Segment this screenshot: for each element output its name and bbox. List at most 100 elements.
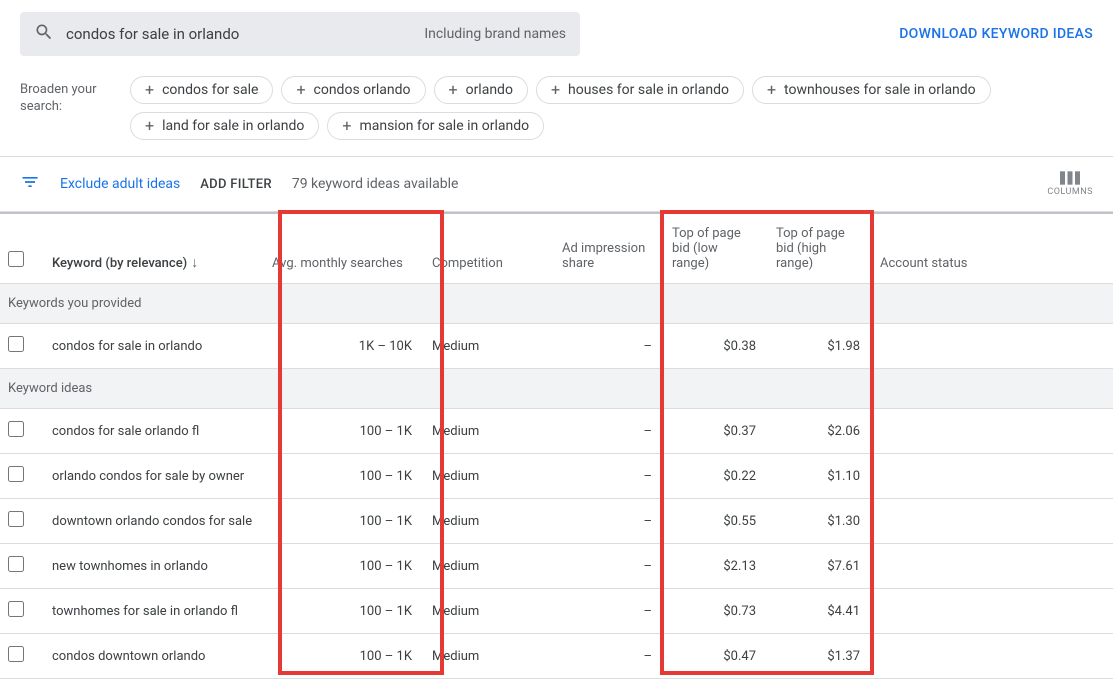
cell-keyword: condos for sale orlando fl [44, 409, 264, 454]
ideas-count: 79 keyword ideas available [292, 176, 459, 192]
cell-keyword: new townhomes in orlando [44, 544, 264, 589]
plus-icon: + [145, 118, 154, 134]
cell-competition: Medium [424, 499, 554, 544]
plus-icon: + [296, 82, 305, 98]
chip-label: land for sale in orlando [162, 118, 304, 134]
cell-competition: Medium [424, 409, 554, 454]
col-competition[interactable]: Competition [424, 214, 554, 284]
table-row: townhomes for sale in orlando fl100 – 1K… [0, 589, 1113, 634]
cell-bid-low: $0.22 [664, 454, 768, 499]
cell-bid-high: $1.30 [768, 499, 872, 544]
columns-label: COLUMNS [1047, 187, 1093, 197]
cell-bid-low: $0.55 [664, 499, 768, 544]
cell-competition: Medium [424, 589, 554, 634]
broaden-chip[interactable]: + condos for sale [130, 76, 273, 104]
top-bar: condos for sale in orlando Including bra… [0, 0, 1113, 68]
plus-icon: + [145, 82, 154, 98]
row-checkbox[interactable] [8, 336, 24, 352]
table-row: downtown orlando condos for sale100 – 1K… [0, 499, 1113, 544]
cell-bid-high: $7.61 [768, 544, 872, 589]
search-query: condos for sale in orlando [66, 25, 412, 43]
cell-bid-high: $1.10 [768, 454, 872, 499]
row-checkbox[interactable] [8, 466, 24, 482]
cell-competition: Medium [424, 324, 554, 369]
cell-impression: – [554, 454, 664, 499]
broaden-row: Broaden your search: + condos for sale + co… [0, 68, 1113, 157]
broaden-chip[interactable]: + townhouses for sale in orlando [752, 76, 991, 104]
table-row: condos for sale in orlando1K – 10KMedium… [0, 324, 1113, 369]
cell-bid-high: $2.06 [768, 409, 872, 454]
cell-bid-low: $0.38 [664, 324, 768, 369]
col-account-status[interactable]: Account status [872, 214, 1113, 284]
table-row: condos for sale orlando fl100 – 1KMedium… [0, 409, 1113, 454]
cell-avg: 100 – 1K [264, 634, 424, 679]
col-impression[interactable]: Ad impression share [554, 214, 664, 284]
broaden-chip[interactable]: + mansion for sale in orlando [327, 112, 544, 140]
cell-account [872, 499, 1113, 544]
add-filter-button[interactable]: ADD FILTER [200, 177, 272, 192]
cell-avg: 100 – 1K [264, 544, 424, 589]
chip-label: orlando [466, 82, 513, 98]
row-checkbox[interactable] [8, 511, 24, 527]
select-all-checkbox[interactable] [8, 251, 24, 267]
cell-bid-low: $0.47 [664, 634, 768, 679]
chip-label: houses for sale in orlando [568, 82, 729, 98]
table-header-row: Keyword (by relevance)↓ Avg. monthly sea… [0, 214, 1113, 284]
cell-bid-low: $0.73 [664, 589, 768, 634]
table-row: new townhomes in orlando100 – 1KMedium–$… [0, 544, 1113, 589]
row-checkbox[interactable] [8, 556, 24, 572]
filter-bar: Exclude adult ideas ADD FILTER 79 keywor… [0, 157, 1113, 212]
broaden-label: Broaden your search: [20, 76, 114, 140]
col-bid-high[interactable]: Top of page bid (high range) [768, 214, 872, 284]
cell-avg: 100 – 1K [264, 409, 424, 454]
broaden-chip[interactable]: + houses for sale in orlando [536, 76, 744, 104]
cell-account [872, 409, 1113, 454]
plus-icon: + [551, 82, 560, 98]
cell-impression: – [554, 589, 664, 634]
table-row: condos downtown orlando100 – 1KMedium–$0… [0, 634, 1113, 679]
exclude-adult-link[interactable]: Exclude adult ideas [60, 176, 180, 192]
row-checkbox[interactable] [8, 646, 24, 662]
cell-bid-high: $4.41 [768, 589, 872, 634]
cell-bid-high: $1.98 [768, 324, 872, 369]
cell-bid-low: $0.37 [664, 409, 768, 454]
cell-account [872, 454, 1113, 499]
cell-avg: 1K – 10K [264, 324, 424, 369]
cell-keyword: townhomes for sale in orlando fl [44, 589, 264, 634]
broaden-chip[interactable]: + condos orlando [281, 76, 425, 104]
cell-avg: 100 – 1K [264, 499, 424, 544]
brand-names-label: Including brand names [424, 26, 566, 42]
plus-icon: + [767, 82, 776, 98]
row-checkbox[interactable] [8, 601, 24, 617]
cell-impression: – [554, 409, 664, 454]
table-row: orlando condos for sale by owner100 – 1K… [0, 454, 1113, 499]
cell-account [872, 634, 1113, 679]
chip-label: condos orlando [314, 82, 411, 98]
search-icon [34, 22, 54, 46]
section-row: Keywords you provided [0, 284, 1113, 324]
search-box[interactable]: condos for sale in orlando Including bra… [20, 12, 580, 56]
col-keyword[interactable]: Keyword (by relevance)↓ [44, 214, 264, 284]
table-wrap: Keyword (by relevance)↓ Avg. monthly sea… [0, 212, 1113, 679]
plus-icon: + [342, 118, 351, 134]
chip-label: mansion for sale in orlando [359, 118, 529, 134]
col-bid-low[interactable]: Top of page bid (low range) [664, 214, 768, 284]
section-row: Keyword ideas [0, 369, 1113, 409]
cell-bid-high: $1.37 [768, 634, 872, 679]
cell-impression: – [554, 544, 664, 589]
chip-label: townhouses for sale in orlando [784, 82, 976, 98]
broaden-chip[interactable]: +orlando [434, 76, 528, 104]
chip-label: condos for sale [162, 82, 258, 98]
download-keyword-ideas-link[interactable]: DOWNLOAD KEYWORD IDEAS [899, 26, 1093, 42]
cell-impression: – [554, 499, 664, 544]
cell-keyword: condos downtown orlando [44, 634, 264, 679]
col-avg-searches[interactable]: Avg. monthly searches [264, 214, 424, 284]
cell-bid-low: $2.13 [664, 544, 768, 589]
columns-button[interactable]: COLUMNS [1047, 171, 1093, 197]
cell-account [872, 589, 1113, 634]
keyword-table: Keyword (by relevance)↓ Avg. monthly sea… [0, 214, 1113, 679]
cell-keyword: orlando condos for sale by owner [44, 454, 264, 499]
filter-icon[interactable] [20, 172, 40, 196]
row-checkbox[interactable] [8, 421, 24, 437]
broaden-chip[interactable]: + land for sale in orlando [130, 112, 319, 140]
